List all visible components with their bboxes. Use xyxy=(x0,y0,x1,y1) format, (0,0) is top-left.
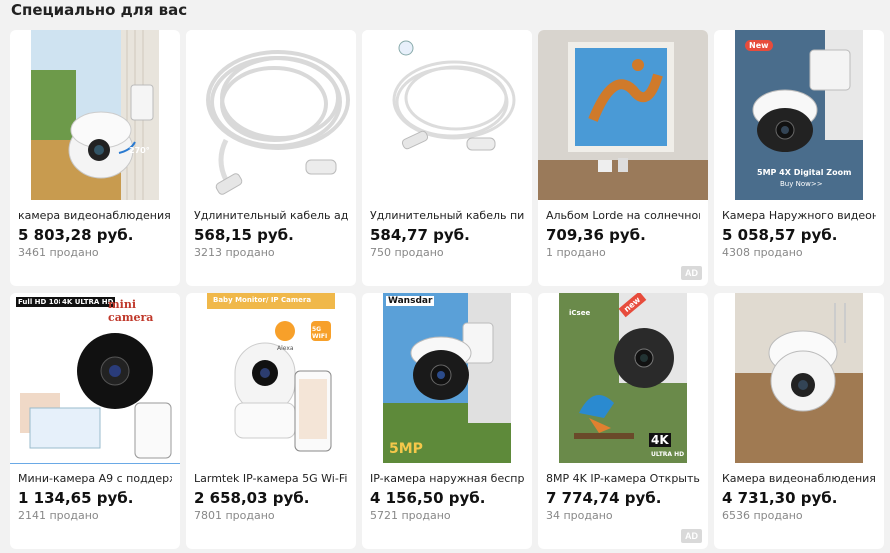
product-image[interactable] xyxy=(735,293,863,463)
overlay-text: Wansdar xyxy=(386,296,435,306)
overlay-text: Buy Now>> xyxy=(780,180,823,188)
product-price: 568,15 руб. xyxy=(194,226,294,244)
overlay-text: 5MP xyxy=(389,441,423,457)
product-image[interactable]: Full HD 1080 4K ULTRA HD mini camera xyxy=(10,293,180,464)
product-image[interactable]: Baby Monitor/ IP Camera 5G WIFI Alexa xyxy=(207,293,335,463)
product-title[interactable]: Мини-камера A9 с поддержкой xyxy=(18,472,172,485)
overlay-text: 5MP 4X Digital Zoom xyxy=(757,168,852,177)
product-card[interactable]: Удлинительный кабель питания 584,77 руб.… xyxy=(362,30,532,286)
product-title[interactable]: Larmtek IP-камера 5G Wi-Fi радионяня xyxy=(194,472,348,485)
product-title[interactable]: Удлинительный кабель адаптера xyxy=(194,209,348,222)
new-badge: New xyxy=(745,40,773,51)
product-card[interactable]: Wansdar 5MP IP-камера наружная беспровод… xyxy=(362,293,532,549)
product-sold-count: 7801 продано xyxy=(194,509,275,522)
section-title: Специально для вас xyxy=(11,1,188,19)
product-price: 7 774,74 руб. xyxy=(546,489,662,507)
product-price: 584,77 руб. xyxy=(370,226,470,244)
overlay-text: ULTRA HD xyxy=(651,451,685,458)
product-title[interactable]: IP-камера наружная беспроводная xyxy=(370,472,524,485)
product-price: 4 156,50 руб. xyxy=(370,489,486,507)
product-title[interactable]: Удлинительный кабель питания xyxy=(370,209,524,222)
product-sold-count: 5721 продано xyxy=(370,509,451,522)
product-title[interactable]: камера видеонаблюдения IP-камера xyxy=(18,209,172,222)
product-image[interactable] xyxy=(362,30,532,200)
product-card[interactable]: 270° камера видеонаблюдения IP-камера 5 … xyxy=(10,30,180,286)
product-card[interactable]: Baby Monitor/ IP Camera 5G WIFI Alexa La… xyxy=(186,293,356,549)
product-sold-count: 6536 продано xyxy=(722,509,803,522)
product-sold-count: 750 продано xyxy=(370,246,444,259)
overlay-text: Baby Monitor/ IP Camera xyxy=(213,296,312,304)
product-sold-count: 3461 продано xyxy=(18,246,99,259)
product-title[interactable]: Альбом Lorde на солнечной энергии xyxy=(546,209,700,222)
product-price: 4 731,30 руб. xyxy=(722,489,838,507)
overlay-text: 4K xyxy=(649,433,671,447)
product-sold-count: 3213 продано xyxy=(194,246,275,259)
product-price: 1 134,65 руб. xyxy=(18,489,134,507)
product-card[interactable]: Удлинительный кабель адаптера 568,15 руб… xyxy=(186,30,356,286)
ad-badge: AD xyxy=(681,529,702,543)
product-sold-count: 1 продано xyxy=(546,246,606,259)
product-card[interactable]: Full HD 1080 4K ULTRA HD mini camera Мин… xyxy=(10,293,180,549)
product-card[interactable]: New 5MP 4X Digital Zoom Buy Now>> Камера… xyxy=(714,30,884,286)
product-sold-count: 4308 продано xyxy=(722,246,803,259)
overlay-text: 270° xyxy=(129,146,150,155)
overlay-text: iCsee xyxy=(569,309,591,317)
overlay-text: mini camera xyxy=(108,298,154,324)
product-price: 2 658,03 руб. xyxy=(194,489,310,507)
product-card[interactable]: new iCsee 4K ULTRA HD 8MP 4K IP-камера О… xyxy=(538,293,708,549)
product-price: 5 803,28 руб. xyxy=(18,226,134,244)
product-image[interactable]: New 5MP 4X Digital Zoom Buy Now>> xyxy=(735,30,863,200)
overlay-text: Alexa xyxy=(277,345,294,352)
product-image[interactable] xyxy=(186,30,356,200)
product-grid: 270° камера видеонаблюдения IP-камера 5 … xyxy=(10,30,884,549)
ad-badge: AD xyxy=(681,266,702,280)
product-sold-count: 2141 продано xyxy=(18,509,99,522)
product-title[interactable]: Камера Наружного видеонаблюдения xyxy=(722,209,876,222)
product-image[interactable] xyxy=(538,30,708,200)
product-image[interactable]: 270° xyxy=(31,30,159,200)
product-image[interactable]: new iCsee 4K ULTRA HD xyxy=(559,293,687,463)
product-sold-count: 34 продано xyxy=(546,509,613,522)
product-card[interactable]: Камера видеонаблюдения ANBIUX 4 731,30 р… xyxy=(714,293,884,549)
product-image[interactable]: Wansdar 5MP xyxy=(383,293,511,463)
product-price: 5 058,57 руб. xyxy=(722,226,838,244)
overlay-text: 5G WIFI xyxy=(312,326,328,340)
product-title[interactable]: Камера видеонаблюдения ANBIUX xyxy=(722,472,876,485)
product-card[interactable]: Альбом Lorde на солнечной энергии 709,36… xyxy=(538,30,708,286)
product-title[interactable]: 8MP 4K IP-камера Открытый Wi-Fi xyxy=(546,472,700,485)
product-price: 709,36 руб. xyxy=(546,226,646,244)
